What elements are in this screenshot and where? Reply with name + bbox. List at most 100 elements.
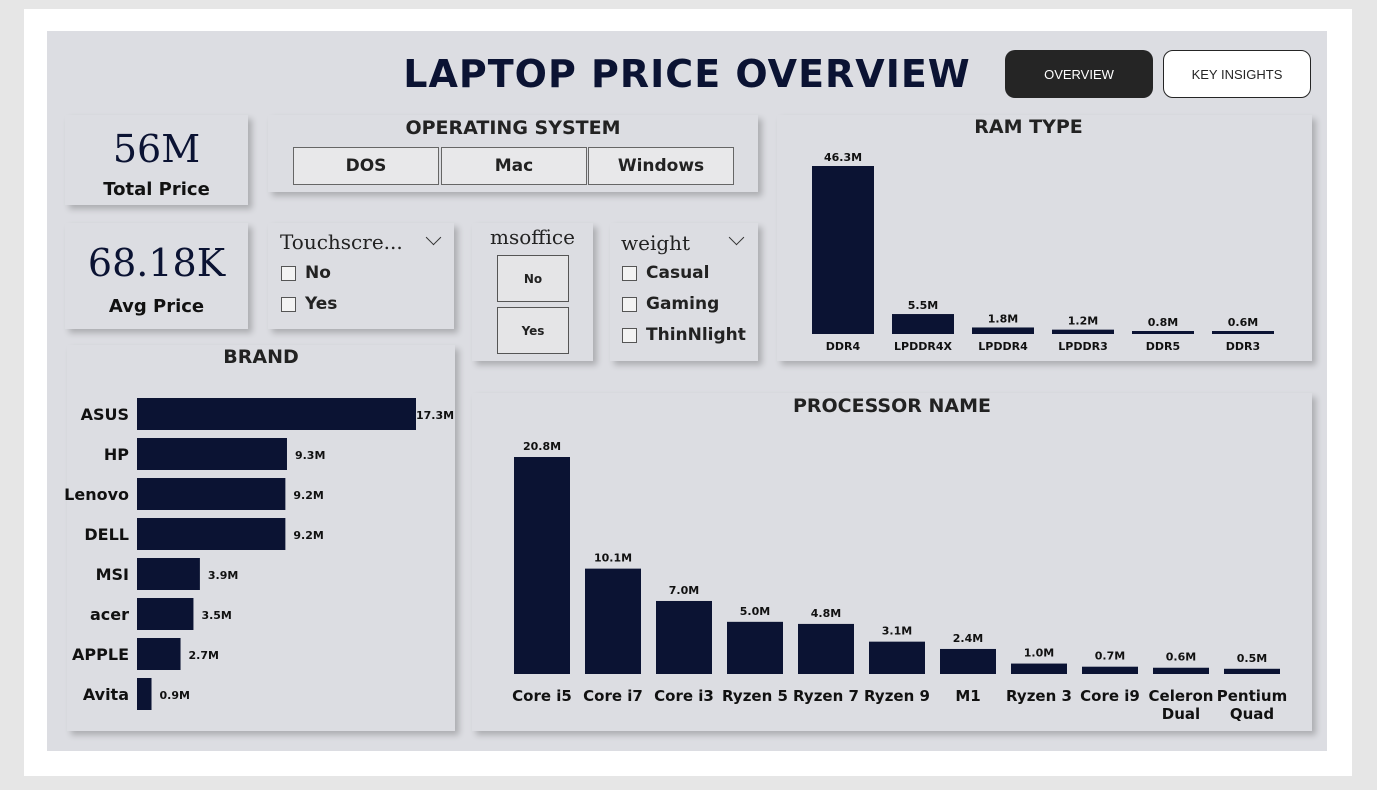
ram-bar [972, 327, 1034, 334]
touchscreen-option-no[interactable]: No [281, 263, 331, 283]
processor-data-label: 4.8M [811, 607, 841, 620]
weight-title: weight [621, 231, 691, 255]
brand-bar [137, 478, 286, 510]
ram-category-label: DDR3 [1226, 340, 1260, 353]
ram-bar [1212, 331, 1274, 334]
brand-chart-title: BRAND [223, 346, 299, 368]
brand-data-label: 3.5M [201, 609, 231, 622]
processor-data-label: 0.6M [1166, 651, 1196, 664]
processor-chart-title: PROCESSOR NAME [792, 395, 992, 417]
processor-bar [1153, 667, 1209, 674]
processor-bar [869, 641, 925, 674]
msoffice-option-yes[interactable]: Yes [497, 307, 569, 354]
avg-price-value: 68.18K [87, 241, 226, 285]
brand-category-label: Lenovo [64, 485, 129, 504]
brand-bar [137, 558, 200, 590]
brand-data-label: 2.7M [189, 649, 219, 662]
processor-bar [940, 648, 996, 674]
os-option-dos[interactable]: DOS [293, 147, 439, 185]
touchscreen-title: Touchscre... [280, 230, 403, 254]
processor-category-label: Core i5 [512, 687, 572, 705]
ram-data-label: 1.8M [988, 312, 1018, 325]
total-price-label: Total Price [103, 179, 210, 200]
processor-data-label: 2.4M [953, 632, 983, 645]
brand-data-label: 9.2M [293, 529, 323, 542]
total-price-value: 56M [112, 127, 201, 171]
processor-category-label: Ryzen 3 [1006, 687, 1072, 705]
processor-bar [1224, 668, 1280, 674]
ram-category-label: LPDDR4X [894, 340, 952, 353]
processor-bar [1011, 663, 1067, 674]
ram-bar [892, 314, 954, 334]
total-price-card: 56M Total Price [65, 115, 248, 205]
brand-category-label: DELL [84, 525, 129, 544]
processor-data-label: 1.0M [1024, 647, 1054, 660]
ram-bar [1132, 331, 1194, 334]
brand-category-label: APPLE [72, 645, 129, 664]
brand-data-label: 3.9M [208, 569, 238, 582]
touchscreen-option-label: Yes [305, 294, 338, 314]
ram-data-label: 46.3M [824, 151, 862, 164]
ram-bar [1052, 329, 1114, 334]
processor-bar [727, 621, 783, 674]
processor-bar [798, 623, 854, 674]
checkbox-icon[interactable] [622, 327, 637, 343]
weight-option-gaming[interactable]: Gaming [622, 294, 719, 314]
processor-category-label: Core i3 [654, 687, 714, 705]
brand-category-label: HP [104, 445, 129, 464]
weight-option-thinnlight[interactable]: ThinNlight [622, 325, 746, 345]
ram-data-label: 5.5M [908, 299, 938, 312]
processor-bar [514, 457, 570, 674]
processor-category-label: Ryzen 9 [864, 687, 930, 705]
weight-option-casual[interactable]: Casual [622, 263, 709, 283]
checkbox-icon[interactable] [281, 296, 296, 312]
brand-bar [137, 598, 194, 630]
checkbox-icon[interactable] [622, 265, 637, 281]
ram-category-label: LPDDR4 [978, 340, 1028, 353]
brand-data-label: 9.3M [295, 449, 325, 462]
avg-price-card: 68.18K Avg Price [65, 223, 248, 329]
processor-data-label: 5.0M [740, 605, 770, 618]
processor-category-label: Celeron [1149, 687, 1214, 705]
weight-option-label: Gaming [646, 294, 720, 314]
ram-category-label: DDR5 [1146, 340, 1180, 353]
brand-bar [137, 438, 287, 470]
processor-category-label: Ryzen 7 [793, 687, 859, 705]
processor-bar [585, 568, 641, 674]
msoffice-option-no[interactable]: No [497, 255, 569, 302]
brand-data-label: 17.3M [416, 409, 454, 422]
processor-data-label: 10.1M [594, 552, 632, 565]
ram-category-label: DDR4 [826, 340, 861, 353]
ram-category-label: LPDDR3 [1058, 340, 1107, 353]
brand-bar [137, 518, 286, 550]
os-option-mac[interactable]: Mac [441, 147, 587, 185]
processor-category-label: Core i9 [1080, 687, 1140, 705]
brand-data-label: 9.2M [293, 489, 323, 502]
processor-category-label: Core i7 [583, 687, 643, 705]
brand-category-label: Avita [83, 685, 129, 704]
ram-type-chart-title: RAM TYPE [974, 116, 1083, 138]
brand-bar [137, 638, 181, 670]
ram-data-label: 1.2M [1068, 315, 1098, 328]
processor-data-label: 7.0M [669, 584, 699, 597]
ram-data-label: 0.6M [1228, 316, 1258, 329]
touchscreen-option-yes[interactable]: Yes [281, 294, 337, 314]
processor-bar [656, 600, 712, 674]
weight-option-label: Casual [646, 263, 710, 283]
brand-category-label: MSI [96, 565, 129, 584]
brand-category-label: acer [90, 605, 129, 624]
brand-category-label: ASUS [81, 405, 129, 424]
processor-category-label: Ryzen 5 [722, 687, 788, 705]
weight-option-label: ThinNlight [646, 325, 746, 345]
avg-price-label: Avg Price [108, 296, 205, 317]
processor-data-label: 3.1M [882, 625, 912, 638]
checkbox-icon[interactable] [281, 265, 296, 281]
key-insights-nav-button[interactable]: KEY INSIGHTS [1163, 50, 1311, 98]
overview-nav-button[interactable]: OVERVIEW [1005, 50, 1153, 98]
os-option-windows[interactable]: Windows [588, 147, 734, 185]
brand-data-label: 0.9M [160, 689, 190, 702]
brand-bar [137, 398, 416, 430]
processor-category-label: Quad [1230, 705, 1274, 723]
processor-data-label: 0.7M [1095, 650, 1125, 663]
checkbox-icon[interactable] [622, 296, 637, 312]
